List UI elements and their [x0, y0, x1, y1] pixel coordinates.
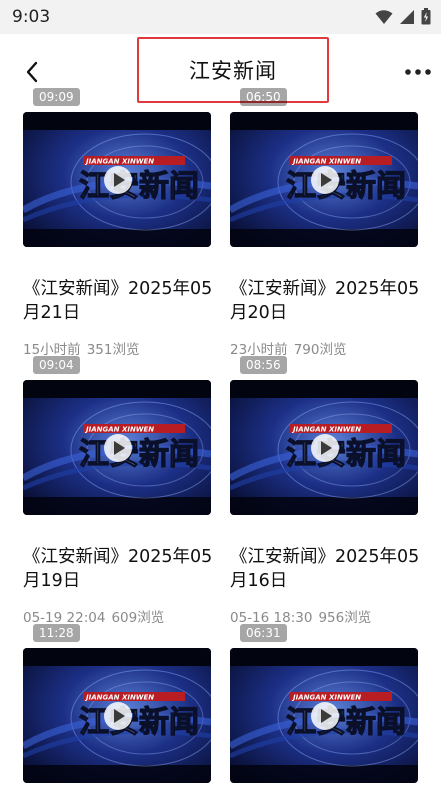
video-meta: 05-19 22:04 609浏览 [23, 606, 164, 626]
video-thumbnail[interactable]: JIANGAN XINWEN 江安新闻 [230, 112, 418, 247]
battery-icon [421, 8, 431, 25]
more-button[interactable] [403, 60, 433, 84]
video-duration: 11:28 [33, 624, 80, 642]
video-meta: 15小时前 351浏览 [23, 338, 139, 358]
video-duration: 06:50 [240, 88, 287, 106]
svg-text:江安新闻: 江安新闻 [79, 437, 199, 472]
status-bar: 9:03 [0, 0, 441, 34]
svg-text:江安新闻: 江安新闻 [286, 705, 406, 740]
video-thumbnail[interactable]: JIANGAN XINWEN 江安新闻 [23, 648, 211, 783]
video-meta: 05-16 18:30 956浏览 [230, 606, 371, 626]
play-icon[interactable] [103, 433, 133, 463]
play-icon[interactable] [310, 165, 340, 195]
video-title[interactable]: 《江安新闻》2025年05月19日 [23, 545, 218, 593]
video-views: 609浏览 [111, 610, 165, 626]
video-meta: 23小时前 790浏览 [230, 338, 346, 358]
back-button[interactable] [18, 58, 46, 86]
play-icon[interactable] [310, 701, 340, 731]
video-views: 351浏览 [86, 342, 140, 358]
video-thumbnail[interactable]: JIANGAN XINWEN 江安新闻 [230, 648, 418, 783]
page-title: 江安新闻 [189, 59, 277, 83]
title-highlight-box: 江安新闻 [137, 37, 329, 103]
video-thumbnail[interactable]: JIANGAN XINWEN 江安新闻 [23, 380, 211, 515]
video-title[interactable]: 《江安新闻》2025年05月16日 [230, 545, 425, 593]
play-icon[interactable] [103, 165, 133, 195]
svg-text:江安新闻: 江安新闻 [79, 705, 199, 740]
back-arrow-icon [26, 61, 38, 83]
status-icons [375, 8, 431, 25]
video-duration: 08:56 [240, 356, 287, 374]
more-dots-icon [405, 69, 431, 75]
svg-text:江安新闻: 江安新闻 [79, 169, 199, 204]
play-icon[interactable] [103, 701, 133, 731]
status-time: 9:03 [12, 7, 51, 27]
svg-text:江安新闻: 江安新闻 [286, 437, 406, 472]
video-views: 956浏览 [318, 610, 372, 626]
video-thumbnail[interactable]: JIANGAN XINWEN 江安新闻 [23, 112, 211, 247]
video-views: 790浏览 [293, 342, 347, 358]
signal-icon [400, 9, 414, 24]
play-icon[interactable] [310, 433, 340, 463]
wifi-icon [375, 9, 393, 24]
video-thumbnail[interactable]: JIANGAN XINWEN 江安新闻 [230, 380, 418, 515]
video-title[interactable]: 《江安新闻》2025年05月20日 [230, 277, 425, 325]
svg-text:江安新闻: 江安新闻 [286, 169, 406, 204]
video-duration: 06:31 [240, 624, 287, 642]
video-duration: 09:09 [33, 88, 80, 106]
video-title[interactable]: 《江安新闻》2025年05月21日 [23, 277, 218, 325]
video-duration: 09:04 [33, 356, 80, 374]
